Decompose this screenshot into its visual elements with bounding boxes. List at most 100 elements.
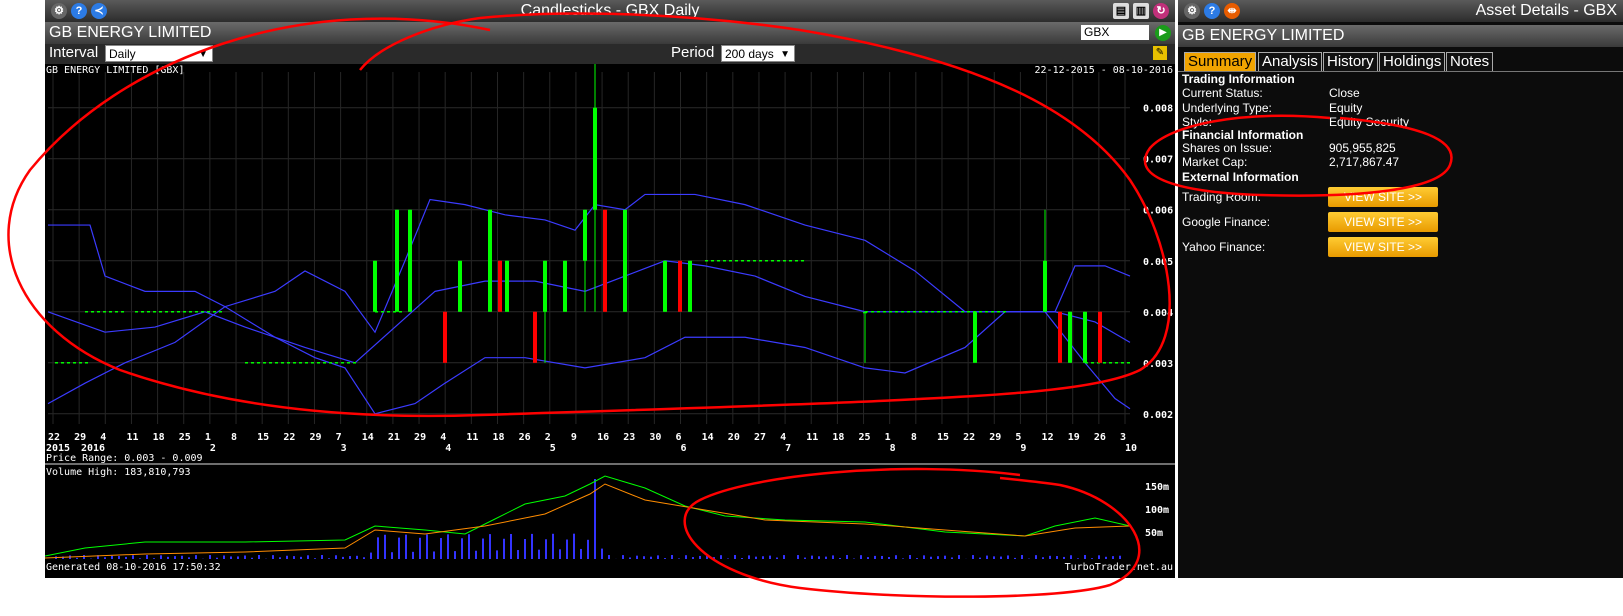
x-day-label: 21 <box>388 432 400 443</box>
volume-bar <box>1112 556 1114 559</box>
link-icon[interactable]: ⇹ <box>1224 3 1240 19</box>
share-icon[interactable]: ≺ <box>91 3 107 19</box>
volume-bar <box>258 555 260 559</box>
volume-bar <box>636 555 638 559</box>
volume-bar <box>678 558 680 559</box>
x-day-label: 14 <box>362 432 374 443</box>
volume-bar <box>1056 556 1058 559</box>
candle-body <box>678 260 682 312</box>
candle-body <box>563 260 567 312</box>
save-icon[interactable]: ▤ <box>1113 3 1129 19</box>
volume-bar <box>538 549 540 559</box>
help-icon[interactable]: ? <box>71 3 87 19</box>
x-day-label: 14 <box>702 432 714 443</box>
volume-bar <box>818 556 820 559</box>
x-day-label: 15 <box>937 432 949 443</box>
volume-bar <box>783 555 785 559</box>
view-site-button[interactable]: VIEW SITE >> <box>1328 212 1438 232</box>
tab-notes[interactable]: Notes <box>1446 52 1494 72</box>
symbol-input[interactable]: GBX <box>1081 25 1149 40</box>
tab-summary[interactable]: Summary <box>1184 52 1257 72</box>
financial-label: Shares on Issue: <box>1182 141 1273 155</box>
volume-bar <box>335 555 337 559</box>
report-icon[interactable]: ▥ <box>1133 3 1149 19</box>
go-icon[interactable]: ▶ <box>1155 25 1171 41</box>
view-site-button[interactable]: VIEW SITE >> <box>1328 237 1438 257</box>
close-icon[interactable]: ↻ <box>1153 3 1169 19</box>
help-icon[interactable]: ? <box>1204 3 1220 19</box>
x-month-label: 8 <box>890 443 896 454</box>
x-month-label: 7 <box>785 443 791 454</box>
gear-icon[interactable]: ⚙ <box>51 3 67 19</box>
asset-details-window: ⚙ ? ⇹ Asset Details - GBX GB ENERGY LIMI… <box>1178 0 1623 578</box>
volume-bar <box>377 537 379 559</box>
tab-history[interactable]: History <box>1323 52 1378 72</box>
candle-body <box>543 260 547 312</box>
volume-bar <box>811 555 813 559</box>
trading-label: Underlying Type: <box>1182 100 1272 115</box>
volume-bar <box>671 555 673 559</box>
tab-analysis[interactable]: Analysis <box>1258 52 1322 72</box>
volume-bar <box>125 556 127 559</box>
chart-window: ⚙ ? ≺ Candlesticks - GBX Daily ▤ ▥ ↻ GB … <box>45 0 1175 578</box>
volume-bar <box>573 533 575 559</box>
volume-bar <box>293 556 295 559</box>
volume-bar <box>979 557 981 559</box>
price-tick-label: 0.007 <box>1143 155 1173 166</box>
volume-bar <box>195 555 197 559</box>
volume-bar <box>321 555 323 559</box>
x-day-label: 22 <box>48 432 60 443</box>
volume-bar <box>881 555 883 559</box>
volume-bar <box>342 556 344 559</box>
tab-holdings[interactable]: Holdings <box>1379 52 1446 72</box>
candle-body <box>505 260 509 312</box>
volume-bar <box>454 551 456 559</box>
volume-bar <box>734 555 736 559</box>
volume-bar <box>1119 555 1121 559</box>
volume-bar <box>1014 557 1016 559</box>
period-select[interactable]: 200 days ▼ <box>721 45 795 62</box>
volume-bar <box>279 557 281 559</box>
volume-bar <box>433 551 435 559</box>
volume-bar <box>1063 556 1065 559</box>
volume-bar <box>713 557 715 559</box>
financial-value: 2,717,867.47 <box>1329 155 1400 169</box>
candle-body <box>663 260 667 312</box>
candle-body <box>373 260 377 312</box>
volume-bar <box>104 557 106 559</box>
volume-bar <box>356 555 358 559</box>
volume-bar <box>160 555 162 559</box>
asset-window-title: Asset Details - GBX <box>1475 2 1617 19</box>
volume-bar <box>153 558 155 559</box>
candle-body <box>1043 260 1047 312</box>
volume-bar <box>986 555 988 559</box>
volume-bar <box>951 557 953 559</box>
volume-bar <box>664 558 666 559</box>
trading-label: Style: <box>1182 115 1213 129</box>
gear-icon[interactable]: ⚙ <box>1184 3 1200 19</box>
candle-body <box>973 311 977 363</box>
x-day-label: 23 <box>623 432 635 443</box>
edit-icon[interactable]: ✎ <box>1153 46 1167 60</box>
volume-bar <box>972 555 974 559</box>
volume-bar <box>1042 557 1044 559</box>
volume-bar <box>1049 555 1051 559</box>
view-site-button[interactable]: VIEW SITE >> <box>1328 187 1438 207</box>
chart-company-bar: GB ENERGY LIMITED GBX ▶ <box>45 22 1175 44</box>
volume-bar <box>524 539 526 559</box>
x-day-label: 7 <box>336 432 342 443</box>
candle-body <box>1083 311 1087 363</box>
volume-tick-label: 150m <box>1145 482 1169 493</box>
volume-bar <box>797 555 799 559</box>
volume-bar <box>496 550 498 559</box>
volume-bar <box>363 557 365 559</box>
volume-bar <box>902 558 904 559</box>
volume-bar <box>846 555 848 559</box>
x-day-label: 3 <box>1120 432 1126 443</box>
candle-body <box>1098 311 1102 363</box>
candle-body <box>583 209 587 261</box>
volume-bar <box>580 548 582 559</box>
volume-bar <box>741 557 743 559</box>
x-day-label: 11 <box>466 432 478 443</box>
interval-select[interactable]: Daily ▼ <box>105 45 213 62</box>
